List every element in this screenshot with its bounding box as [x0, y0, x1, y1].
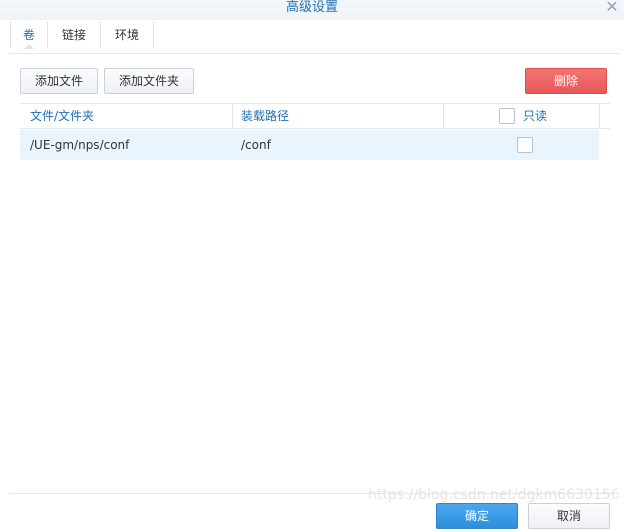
row-readonly-checkbox[interactable] — [517, 137, 533, 153]
table-header: 文件/文件夹 装载路径 只读 — [20, 103, 610, 129]
column-divider — [443, 104, 444, 128]
cancel-button[interactable]: 取消 — [528, 503, 610, 529]
tab-divider — [10, 53, 620, 54]
window-title: 高级设置 — [285, 0, 338, 15]
add-folder-button[interactable]: 添加文件夹 — [104, 68, 194, 94]
column-divider — [599, 104, 600, 128]
tab-links[interactable]: 链接 — [48, 22, 102, 48]
column-divider — [232, 104, 233, 128]
column-header-readonly[interactable]: 只读 — [523, 104, 547, 128]
table-row[interactable]: /UE-gm/nps/conf /conf — [20, 130, 599, 160]
watermark-text: https://blog.csdn.net/dgkm6630156 — [368, 487, 620, 503]
volume-table: 文件/文件夹 装载路径 只读 /UE-gm/nps/conf /conf — [20, 103, 610, 483]
delete-button[interactable]: 删除 — [525, 68, 607, 94]
column-header-mount-path[interactable]: 装载路径 — [241, 104, 289, 128]
column-header-file-folder[interactable]: 文件/文件夹 — [30, 104, 94, 128]
add-file-button[interactable]: 添加文件 — [20, 68, 98, 94]
title-bar: 高级设置 ✕ — [0, 0, 624, 20]
close-icon[interactable]: ✕ — [604, 0, 620, 16]
readonly-select-all-checkbox[interactable] — [499, 108, 515, 124]
tab-environment[interactable]: 环境 — [101, 22, 155, 48]
row-file-path: /UE-gm/nps/conf — [30, 138, 130, 152]
ok-button[interactable]: 确定 — [436, 503, 518, 529]
tab-bar: 卷 链接 环境 — [10, 22, 155, 49]
tab-volume[interactable]: 卷 — [10, 22, 49, 49]
row-mount-path: /conf — [241, 138, 271, 152]
